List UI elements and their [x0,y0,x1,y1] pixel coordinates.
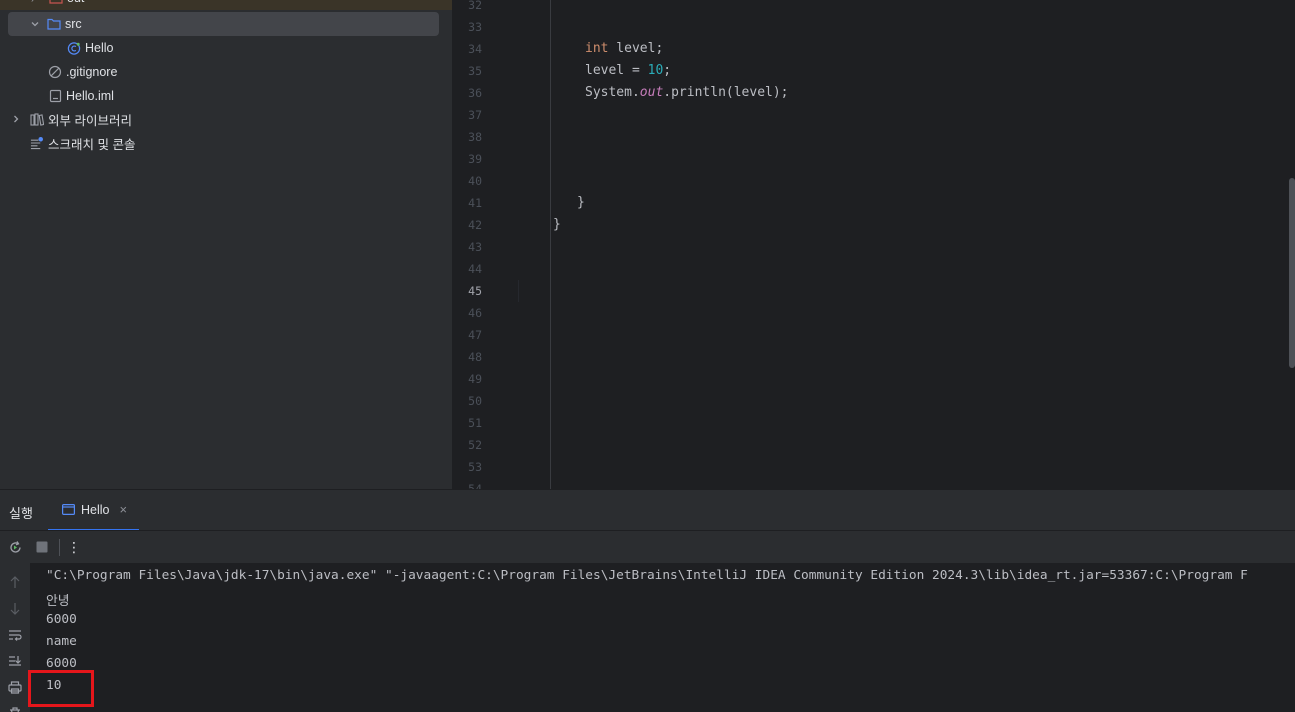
scratches-icon [30,136,44,150]
stop-icon[interactable] [34,539,50,555]
arrow-up-icon[interactable] [7,574,23,590]
rerun-icon[interactable] [7,539,23,555]
ignored-file-icon [48,65,62,79]
line-number: 52 [468,438,482,452]
console-line: 6000 [46,656,77,671]
line-number: 35 [468,64,482,78]
tree-item-label: 스크래치 및 콘솔 [48,137,136,152]
java-class-icon [67,41,81,55]
closing-brace: } [577,195,585,210]
line-number: 49 [468,372,482,386]
run-tab-label: Hello [81,502,110,517]
tree-item-label: Hello [85,41,114,55]
line-number: 41 [468,196,482,210]
editor-scrollbar[interactable] [1289,178,1295,368]
console-icon [61,503,75,517]
line-number: 38 [468,130,482,144]
scroll-to-end-icon[interactable] [7,653,23,669]
line-number: 44 [468,262,482,276]
tree-item-label: out [67,0,84,5]
line-number: 37 [468,108,482,122]
trash-icon[interactable] [7,703,23,712]
tree-item-label: 외부 라이브러리 [48,113,132,128]
console-side-toolbar [0,563,30,712]
tree-item-gitignore[interactable]: .gitignore [48,60,117,84]
chevron-right-icon[interactable]: › [31,0,34,5]
line-number: 45 [468,284,482,298]
code-editor[interactable]: int level; level = 10; System.out.printl… [519,0,1289,489]
closing-brace: } [553,217,561,232]
folder-icon [47,17,61,31]
console-line: 6000 [46,612,77,627]
line-number: 40 [468,174,482,188]
code-line-36: System.out.println(level); [585,85,789,100]
line-number: 53 [468,460,482,474]
tree-item-external-libraries[interactable]: 외부 라이브러리 [10,107,132,131]
console-output[interactable]: "C:\Program Files\Java\jdk-17\bin\java.e… [30,563,1295,712]
library-icon [30,112,44,126]
tree-item-src[interactable]: src [8,12,439,36]
tree-item-label: .gitignore [66,65,118,79]
run-tab-hello[interactable]: Hello × [48,490,139,531]
arrow-down-icon[interactable] [7,601,23,617]
line-number: 43 [468,240,482,254]
run-toolbar: ⋮ [0,530,1295,563]
line-number: 39 [468,152,482,166]
line-number: 47 [468,328,482,342]
project-tree-panel: › out src Hello .gitignore Hello.iml [0,0,452,489]
toolbar-separator [59,539,60,556]
line-number: 33 [468,20,482,34]
line-number: 34 [468,42,482,56]
print-icon[interactable] [7,679,23,695]
annotation-highlight-box [28,670,94,707]
more-options-icon[interactable]: ⋮ [66,539,82,555]
line-number: 36 [468,86,482,100]
run-panel-title: 실행 [9,506,33,521]
line-number: 46 [468,306,482,320]
tree-item-label: src [65,17,82,31]
console-line: name [46,634,77,649]
code-line-35: level = 10; [585,63,672,78]
tree-item-label: Hello.iml [66,89,114,103]
chevron-down-icon[interactable] [29,18,41,30]
line-number: 48 [468,350,482,364]
indent-guide [550,0,551,489]
tree-item-out[interactable]: › out [0,0,452,10]
chevron-right-icon[interactable] [10,113,22,125]
run-panel-header: 실행 Hello × [0,489,1295,531]
line-number-gutter: 32 33 34 35 36 37 38 39 40 41 42 43 44 45 46 47 48 49 50 51… [452,0,518,496]
line-number: 42 [468,218,482,232]
code-line-34: int level; [585,41,664,56]
tree-item-hello-iml[interactable]: Hello.iml [48,84,114,108]
module-file-icon [48,89,62,103]
line-number: 32 [468,0,482,12]
line-number: 51 [468,416,482,430]
folder-icon [49,0,63,9]
close-icon[interactable]: × [120,502,128,517]
tree-item-hello[interactable]: Hello [67,36,114,60]
console-line: 안녕 [46,594,70,609]
soft-wrap-icon[interactable] [7,627,23,643]
console-line-command: "C:\Program Files\Java\jdk-17\bin\java.e… [46,568,1248,583]
line-number: 50 [468,394,482,408]
tree-item-scratches[interactable]: 스크래치 및 콘솔 [30,131,135,155]
